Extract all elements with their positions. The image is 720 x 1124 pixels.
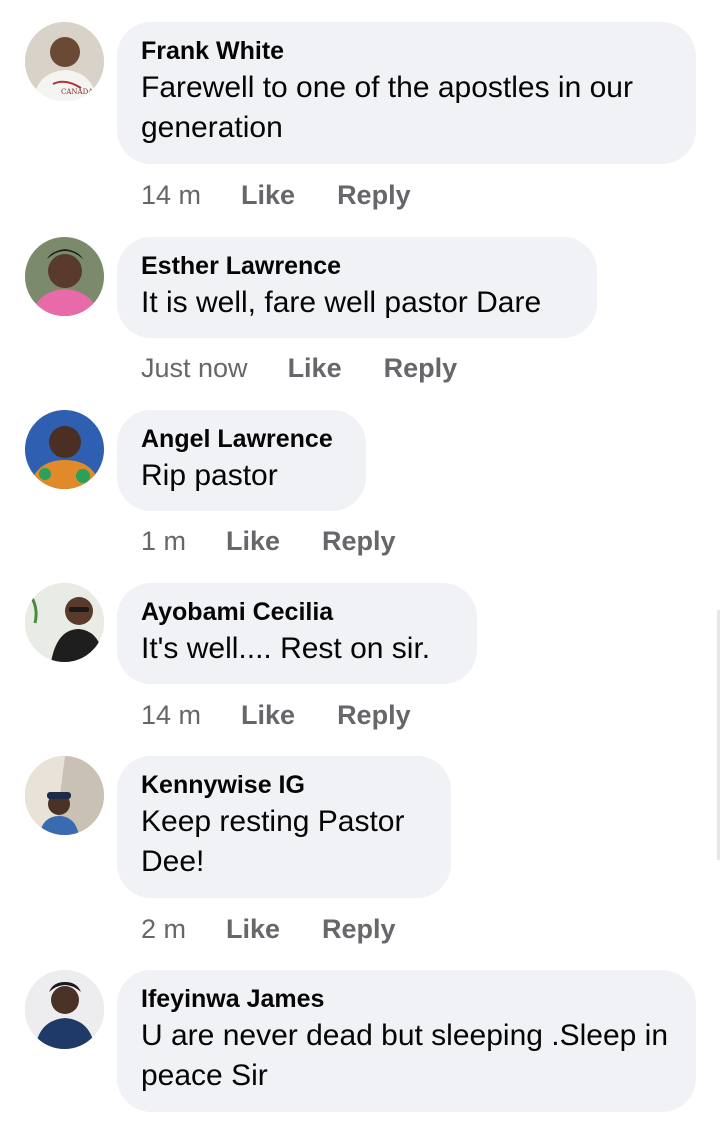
- comment-text: Rip pastor: [141, 459, 278, 492]
- avatar-badge-text: CANADA: [61, 88, 94, 96]
- reply-button[interactable]: Reply: [322, 914, 396, 945]
- avatar[interactable]: [25, 583, 104, 662]
- comment-timestamp[interactable]: 1 m: [141, 526, 186, 557]
- comment-bubble: Esther Lawrence It is well, fare well pa…: [117, 237, 597, 338]
- comment-actions: 14 m Like Reply: [141, 698, 411, 732]
- like-button[interactable]: Like: [226, 914, 280, 945]
- reply-button[interactable]: Reply: [337, 180, 411, 211]
- reply-button[interactable]: Reply: [322, 526, 396, 557]
- comment-author[interactable]: Ifeyinwa James: [141, 984, 672, 1014]
- like-button[interactable]: Like: [288, 353, 342, 384]
- comment-text: Keep resting Pastor Dee!: [141, 805, 405, 878]
- comment-text: Farewell to one of the apostles in our g…: [141, 71, 633, 144]
- comment-timestamp[interactable]: 14 m: [141, 700, 201, 731]
- avatar-photo: [25, 970, 104, 1049]
- comment-actions: 2 m Like Reply: [141, 912, 396, 946]
- comment-timestamp[interactable]: Just now: [141, 353, 248, 384]
- comment-timestamp[interactable]: 14 m: [141, 180, 201, 211]
- comment-author[interactable]: Angel Lawrence: [141, 424, 342, 454]
- avatar-photo: [25, 237, 104, 316]
- like-button[interactable]: Like: [241, 700, 295, 731]
- avatar[interactable]: CANADA: [25, 22, 104, 101]
- comment-author[interactable]: Frank White: [141, 36, 672, 66]
- avatar-photo: [25, 410, 104, 489]
- avatar[interactable]: [25, 970, 104, 1049]
- comment-bubble: Kennywise IG Keep resting Pastor Dee!: [117, 756, 451, 898]
- reply-button[interactable]: Reply: [337, 700, 411, 731]
- comment-author[interactable]: Esther Lawrence: [141, 251, 573, 281]
- comment-bubble: Angel Lawrence Rip pastor: [117, 410, 366, 511]
- comment-bubble: Frank White Farewell to one of the apost…: [117, 22, 696, 164]
- comment-author[interactable]: Ayobami Cecilia: [141, 597, 453, 627]
- avatar[interactable]: [25, 237, 104, 316]
- like-button[interactable]: Like: [226, 526, 280, 557]
- comment-bubble: Ifeyinwa James U are never dead but slee…: [117, 970, 696, 1112]
- comment-author[interactable]: Kennywise IG: [141, 770, 427, 800]
- avatar-photo: [25, 756, 104, 835]
- comment-timestamp[interactable]: 2 m: [141, 914, 186, 945]
- comment-bubble: Ayobami Cecilia It's well.... Rest on si…: [117, 583, 477, 684]
- comment-feed: CANADA Frank White Farewell to one of th…: [0, 0, 720, 1124]
- reply-button[interactable]: Reply: [384, 353, 458, 384]
- like-button[interactable]: Like: [241, 180, 295, 211]
- avatar[interactable]: [25, 410, 104, 489]
- avatar-photo: CANADA: [25, 22, 104, 101]
- comment-text: U are never dead but sleeping .Sleep in …: [141, 1019, 669, 1092]
- comment-actions: 14 m Like Reply: [141, 178, 411, 212]
- comment-actions: Just now Like Reply: [141, 351, 457, 385]
- comment-text: It is well, fare well pastor Dare: [141, 286, 542, 319]
- avatar-photo: [25, 583, 104, 662]
- comment-actions: 1 m Like Reply: [141, 524, 396, 558]
- comment-text: It's well.... Rest on sir.: [141, 632, 431, 665]
- avatar[interactable]: [25, 756, 104, 835]
